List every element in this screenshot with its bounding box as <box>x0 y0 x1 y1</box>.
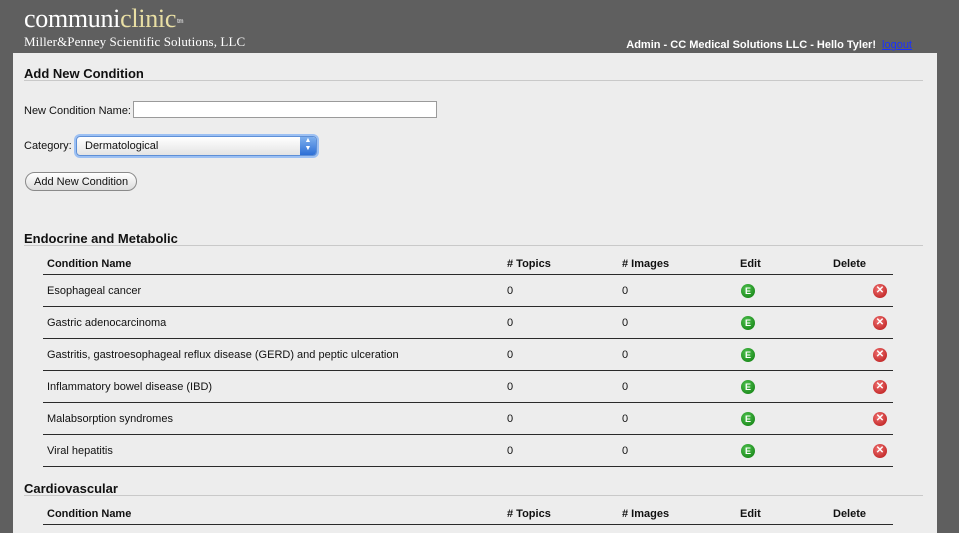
select-arrows-icon: ▲ ▼ <box>300 137 316 155</box>
main-panel: Add New Condition New Condition Name: Ca… <box>13 53 937 533</box>
category-select[interactable]: Dermatological ▲ ▼ <box>76 136 317 156</box>
column-header: # Topics <box>503 253 618 275</box>
condition-name-cell: Malabsorption syndromes <box>43 402 503 435</box>
table-row: Esophageal cancer 0 0 E ✕ <box>43 274 893 307</box>
edit-cell: E <box>736 370 829 403</box>
group-title: Cardiovascular <box>24 481 118 496</box>
edit-cell: E <box>736 402 829 435</box>
edit-icon[interactable]: E <box>741 411 755 426</box>
table-row: Viral hepatitis 0 0 E ✕ <box>43 434 893 467</box>
logout-link[interactable]: logout <box>882 39 912 51</box>
delete-cell: ✕ <box>829 274 893 307</box>
add-condition-button[interactable]: Add New Condition <box>25 172 138 191</box>
topics-count-cell: 0 <box>503 434 618 467</box>
images-count-cell: 0 <box>618 274 736 307</box>
delete-cell: ✕ <box>829 370 893 403</box>
divider <box>24 80 923 81</box>
column-header: # Images <box>618 253 736 275</box>
delete-cell: ✕ <box>829 434 893 467</box>
edit-icon[interactable]: E <box>741 379 755 394</box>
table-row: Gastritis, gastroesophageal reflux disea… <box>43 338 893 371</box>
images-count-cell: 0 <box>618 434 736 467</box>
delete-cell: ✕ <box>829 402 893 435</box>
delete-icon[interactable]: ✕ <box>873 315 887 330</box>
topics-count-cell: 0 <box>503 402 618 435</box>
images-count-cell: 0 <box>618 338 736 371</box>
condition-name-cell: Gastritis, gastroesophageal reflux disea… <box>43 338 503 371</box>
delete-cell: ✕ <box>829 338 893 371</box>
images-count-cell: 0 <box>618 306 736 339</box>
topics-count-cell: 0 <box>503 338 618 371</box>
edit-cell: E <box>736 434 829 467</box>
table-header-row: Condition Name # Topics # Images Edit Delete <box>43 253 893 275</box>
images-count-cell: 0 <box>618 370 736 403</box>
edit-cell: E <box>736 274 829 307</box>
condition-name-cell: Gastric adenocarcinoma <box>43 306 503 339</box>
column-header: # Topics <box>503 503 618 525</box>
table-row: Inflammatory bowel disease (IBD) 0 0 E ✕ <box>43 370 893 403</box>
topics-count-cell: 0 <box>503 274 618 307</box>
column-header: Edit <box>736 503 829 525</box>
column-header: # Images <box>618 503 736 525</box>
column-header: Condition Name <box>43 253 503 275</box>
conditions-table: Condition Name # Topics # Images Edit Delete <box>43 503 893 525</box>
delete-icon[interactable]: ✕ <box>873 283 887 298</box>
condition-name-cell: Viral hepatitis <box>43 434 503 467</box>
conditions-table: Condition Name # Topics # Images Edit Delete… <box>43 253 893 467</box>
edit-icon[interactable]: E <box>741 443 755 458</box>
column-header: Delete <box>829 503 893 525</box>
delete-icon[interactable]: ✕ <box>873 379 887 394</box>
condition-name-cell: Esophageal cancer <box>43 274 503 307</box>
edit-icon[interactable]: E <box>741 347 755 362</box>
group-title: Endocrine and Metabolic <box>24 231 178 246</box>
table-row: Gastric adenocarcinoma 0 0 E ✕ <box>43 306 893 339</box>
column-header: Condition Name <box>43 503 503 525</box>
condition-name-cell: Inflammatory bowel disease (IBD) <box>43 370 503 403</box>
trademark: tm <box>177 19 184 25</box>
logo-text-part1: communi <box>24 4 121 33</box>
table-header-row: Condition Name # Topics # Images Edit Delete <box>43 503 893 525</box>
delete-icon[interactable]: ✕ <box>873 347 887 362</box>
delete-icon[interactable]: ✕ <box>873 443 887 458</box>
form-title: Add New Condition <box>24 66 144 81</box>
topics-count-cell: 0 <box>503 370 618 403</box>
condition-name-label: New Condition Name: <box>24 105 131 117</box>
company-name: Miller&Penney Scientific Solutions, LLC <box>24 34 246 49</box>
logo-text-part2: clinic <box>120 4 177 33</box>
category-label: Category: <box>24 140 72 152</box>
topics-count-cell: 0 <box>503 306 618 339</box>
column-header: Delete <box>829 253 893 275</box>
condition-name-input[interactable] <box>133 101 437 118</box>
divider <box>24 245 923 246</box>
user-greeting: Admin - CC Medical Solutions LLC - Hello… <box>626 39 877 51</box>
category-selected-value: Dermatological <box>85 140 159 152</box>
edit-cell: E <box>736 338 829 371</box>
app-logo[interactable]: communiclinictm <box>24 6 245 32</box>
divider <box>24 495 923 496</box>
column-header: Edit <box>736 253 829 275</box>
delete-cell: ✕ <box>829 306 893 339</box>
images-count-cell: 0 <box>618 402 736 435</box>
user-info: Admin - CC Medical Solutions LLC - Hello… <box>626 39 912 51</box>
edit-icon[interactable]: E <box>741 315 755 330</box>
brand: communiclinictm Miller&Penney Scientific… <box>24 6 245 50</box>
edit-cell: E <box>736 306 829 339</box>
delete-icon[interactable]: ✕ <box>873 411 887 426</box>
edit-icon[interactable]: E <box>741 283 755 298</box>
table-row: Malabsorption syndromes 0 0 E ✕ <box>43 402 893 435</box>
